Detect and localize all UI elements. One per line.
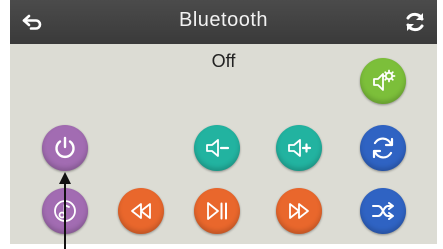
page-title: Bluetooth — [178, 9, 268, 31]
next-button[interactable] — [276, 188, 322, 234]
title-bar: Bluetooth — [10, 0, 437, 44]
play-pause-button[interactable] — [194, 188, 240, 234]
music-button[interactable] — [42, 188, 88, 234]
refresh-icon — [406, 12, 424, 32]
device-frame: Bluetooth Off — [0, 0, 443, 249]
volume-up-button[interactable] — [276, 125, 322, 171]
music-note-icon — [54, 200, 76, 222]
shuffle-button[interactable] — [360, 188, 406, 234]
volume-up-icon — [288, 139, 312, 157]
repeat-button[interactable] — [360, 125, 406, 171]
play-pause-icon — [207, 202, 227, 220]
fast-forward-icon — [289, 203, 309, 219]
repeat-icon — [372, 137, 394, 159]
power-icon — [55, 136, 75, 159]
screen: Bluetooth Off — [10, 0, 437, 244]
gear-speaker-icon — [373, 69, 396, 91]
volume-down-icon — [206, 139, 230, 157]
rewind-icon — [131, 203, 151, 219]
volume-down-button[interactable] — [194, 125, 240, 171]
shuffle-icon — [372, 202, 394, 220]
previous-button[interactable] — [118, 188, 164, 234]
pair-settings-button[interactable] — [360, 58, 406, 104]
power-button[interactable] — [42, 125, 88, 171]
refresh-button[interactable] — [401, 8, 429, 36]
